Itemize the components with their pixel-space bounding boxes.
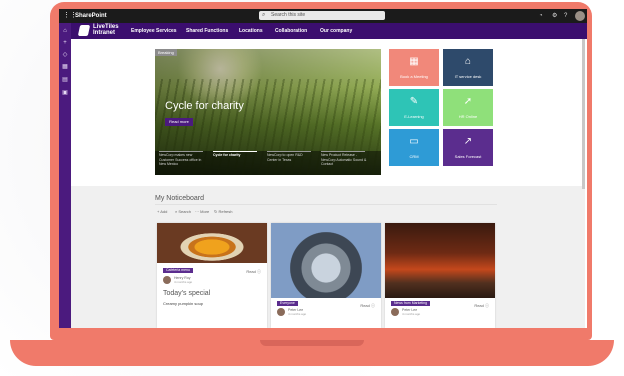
- tile-e-learning[interactable]: ✎ E-Learning: [389, 89, 439, 126]
- card-image-fireplace: [385, 223, 495, 298]
- noticeboard-title: My Noticeboard: [155, 195, 205, 202]
- nav-shared-functions[interactable]: Shared Functions: [186, 27, 228, 35]
- card-title[interactable]: Today's special: [163, 289, 210, 298]
- tile-label: Book a Meeting: [400, 74, 428, 79]
- hero-slide-link[interactable]: NewCorp to open R&D Center in Texas: [267, 153, 313, 162]
- tile-label: CRM: [409, 154, 419, 159]
- calendar-icon[interactable]: ▣: [61, 89, 69, 97]
- search-button[interactable]: ⌕ Search: [175, 209, 191, 214]
- read-more-button[interactable]: Read more: [165, 118, 193, 126]
- author-avatar: [163, 276, 171, 284]
- help-icon[interactable]: ?: [564, 11, 567, 21]
- refresh-button[interactable]: ↻ Refresh: [214, 209, 232, 214]
- hub-navigation: LiveTiles Intranet Employee Services Sha…: [71, 23, 587, 39]
- add-button[interactable]: + Add: [157, 209, 167, 214]
- card-date: 4 months ago: [402, 312, 421, 316]
- tile-label: Sales Forecast: [454, 154, 482, 159]
- tile-crm[interactable]: ▭ CRM: [389, 129, 439, 166]
- author-avatar: [391, 308, 399, 316]
- tile-hr-online[interactable]: ➚ HR Online: [443, 89, 493, 126]
- tile-label: IT service desk: [454, 74, 482, 79]
- card-date: 4 months ago: [288, 312, 307, 316]
- hero-title: Cycle for charity: [165, 100, 244, 112]
- card-image-food: [157, 223, 267, 263]
- left-rail: ⌂ + ◇ ▦ ▤ ▣: [59, 23, 71, 328]
- author-avatar: [277, 308, 285, 316]
- chart-icon: ↗: [463, 136, 473, 147]
- page-content: Breaking Cycle for charity Read more New…: [71, 39, 585, 328]
- document-icon[interactable]: ▤: [61, 76, 69, 84]
- nav-employee-services[interactable]: Employee Services: [131, 27, 177, 35]
- graduation-cap-icon: ✎: [409, 96, 419, 107]
- hero-slide-link-active[interactable]: Cycle for charity: [213, 153, 259, 158]
- scrollbar[interactable]: [582, 39, 585, 189]
- hero-indicator: [267, 151, 311, 152]
- crm-icon: ▭: [409, 136, 419, 147]
- divider: [155, 204, 497, 205]
- laptop-notch: [260, 340, 364, 346]
- site-title[interactable]: LiveTiles Intranet: [93, 24, 119, 36]
- card-image-globe: [271, 223, 381, 298]
- bell-icon[interactable]: ◔: [539, 11, 543, 21]
- notice-card[interactable]: News from Marketing Peter Lee 4 months a…: [385, 223, 495, 328]
- hero-slide-link[interactable]: New Product Release - NewCorp Automatic …: [321, 153, 367, 167]
- tile-book-a-meeting[interactable]: ▦ Book a Meeting: [389, 49, 439, 86]
- suite-bar: ⋮⋮ SharePoint ⌕ Search this site ◔ ⚙ ?: [59, 9, 587, 23]
- waffle-icon[interactable]: ⋮⋮: [63, 12, 77, 20]
- laptop-screen: ⋮⋮ SharePoint ⌕ Search this site ◔ ⚙ ? ⌂…: [59, 9, 587, 328]
- hero-indicator: [159, 151, 203, 152]
- tile-label: E-Learning: [404, 114, 424, 119]
- more-button[interactable]: ··· More: [195, 209, 209, 214]
- add-icon[interactable]: +: [61, 39, 69, 47]
- nav-locations[interactable]: Locations: [239, 27, 263, 35]
- apps-icon[interactable]: ▦: [61, 63, 69, 71]
- hero-slide-link[interactable]: NewCorp makes new Customer Success offic…: [159, 153, 205, 167]
- app-name[interactable]: SharePoint: [75, 11, 107, 21]
- read-link[interactable]: Read ⓘ: [474, 303, 489, 308]
- search-icon: ⌕: [262, 12, 266, 18]
- card-tag[interactable]: Everyone: [277, 301, 298, 306]
- tile-it-service-desk[interactable]: ⌂ IT service desk: [443, 49, 493, 86]
- home-icon[interactable]: ⌂: [61, 27, 69, 35]
- calendar-icon: ▦: [409, 56, 419, 67]
- notice-card[interactable]: Cafeteria menu Henry Roy 4 months ago Re…: [157, 223, 267, 328]
- site-title-line2: Intranet: [93, 30, 116, 36]
- nav-our-company[interactable]: Our company: [320, 27, 352, 35]
- hero-badge: Breaking: [155, 49, 177, 56]
- tag-icon[interactable]: ◇: [61, 51, 69, 59]
- hero-indicator: [321, 151, 365, 152]
- search-placeholder: Search this site: [271, 12, 306, 18]
- hero-indicator-active: [213, 151, 257, 152]
- service-desk-icon: ⌂: [464, 56, 472, 67]
- notice-card[interactable]: Everyone Peter Lee 4 months ago Read ⓘ: [271, 223, 381, 328]
- hero-carousel[interactable]: Breaking Cycle for charity Read more New…: [155, 49, 381, 175]
- pointer-click-icon: ➚: [463, 96, 473, 107]
- card-date: 4 months ago: [174, 280, 193, 284]
- nav-collaboration[interactable]: Collaboration: [275, 27, 307, 35]
- avatar[interactable]: [575, 11, 585, 21]
- read-link[interactable]: Read ⓘ: [246, 269, 261, 274]
- search-box[interactable]: ⌕ Search this site: [259, 11, 385, 20]
- settings-icon[interactable]: ⚙: [552, 11, 557, 21]
- card-subtitle: Creamy pumpkin soup: [163, 301, 204, 306]
- card-tag[interactable]: Cafeteria menu: [163, 268, 193, 273]
- card-tag[interactable]: News from Marketing: [391, 301, 431, 306]
- tile-label: HR Online: [458, 114, 478, 119]
- tile-sales-forecast[interactable]: ↗ Sales Forecast: [443, 129, 493, 166]
- read-link[interactable]: Read ⓘ: [360, 303, 375, 308]
- livetiles-logo-icon[interactable]: [77, 25, 91, 36]
